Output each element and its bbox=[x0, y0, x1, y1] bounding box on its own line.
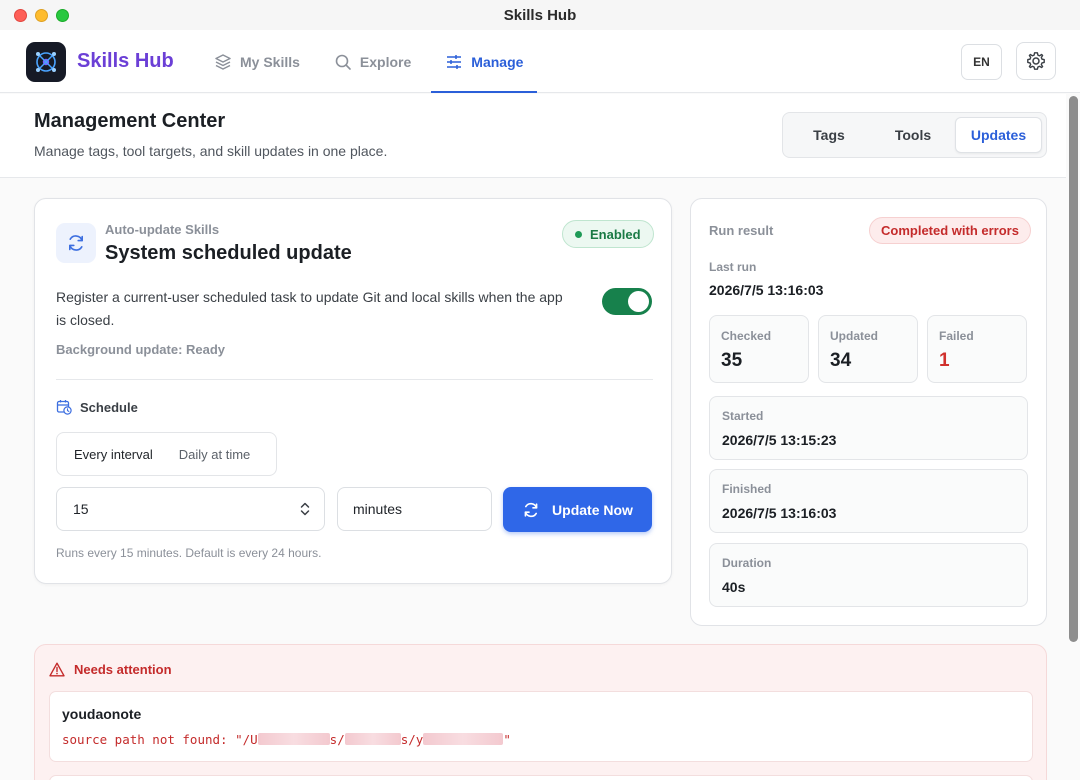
settings-button[interactable] bbox=[1016, 42, 1056, 80]
redacted-segment bbox=[257, 733, 330, 745]
zoom-window-button[interactable] bbox=[56, 9, 69, 22]
message-mid: s/y bbox=[400, 732, 424, 747]
title-bar: Skills Hub bbox=[0, 0, 1080, 30]
scrollbar-thumb[interactable] bbox=[1069, 96, 1078, 642]
stat-label: Checked bbox=[721, 329, 772, 343]
auto-update-card: Auto-update Skills System scheduled upda… bbox=[34, 198, 672, 584]
interval-unit: minutes bbox=[353, 501, 403, 517]
app-window: Skills Hub Skills Hub My Skills Explore … bbox=[0, 0, 1080, 780]
stat-checked: Checked 35 bbox=[709, 315, 809, 383]
brand-name: Skills Hub bbox=[77, 50, 174, 72]
attention-item-name: youdaonote bbox=[62, 706, 142, 722]
language-button[interactable]: EN bbox=[961, 44, 1002, 80]
stat-failed: Failed 1 bbox=[927, 315, 1027, 383]
redacted-segment bbox=[344, 733, 401, 745]
page-header: Management Center Manage tags, tool targ… bbox=[0, 94, 1066, 178]
interval-value-stepper[interactable]: 15 bbox=[56, 487, 325, 531]
divider bbox=[56, 379, 653, 380]
card-title: System scheduled update bbox=[105, 242, 352, 264]
needs-attention-panel: Needs attention youdaonote source path n… bbox=[34, 644, 1047, 780]
page-title: Management Center bbox=[34, 110, 226, 132]
main-nav: My Skills Explore Manage bbox=[200, 30, 543, 93]
auto-update-description: Register a current-user scheduled task t… bbox=[56, 289, 563, 328]
tab-updates[interactable]: Updates bbox=[955, 117, 1042, 153]
schedule-mode-toggle: Every interval Daily at time bbox=[56, 432, 277, 476]
last-run-value: 2026/7/5 13:16:03 bbox=[709, 282, 824, 298]
mode-every-interval[interactable]: Every interval bbox=[61, 437, 166, 471]
last-run-label: Last run bbox=[709, 260, 757, 274]
stat-value: 1 bbox=[939, 350, 950, 371]
attention-item bbox=[49, 775, 1033, 780]
nav-label: Explore bbox=[359, 53, 412, 70]
duration-label: Duration bbox=[722, 556, 772, 570]
calendar-clock-icon bbox=[56, 400, 72, 415]
nav-label: Manage bbox=[471, 53, 524, 70]
refresh-icon bbox=[69, 235, 83, 251]
search-icon bbox=[335, 54, 351, 70]
page-subtitle: Manage tags, tool targets, and skill upd… bbox=[34, 143, 388, 159]
status-dot bbox=[575, 230, 582, 238]
tab-tags[interactable]: Tags bbox=[787, 117, 871, 153]
started-label: Started bbox=[722, 409, 764, 423]
status-badge: Enabled bbox=[562, 220, 654, 248]
app-header: Skills Hub My Skills Explore Manage EN bbox=[0, 30, 1080, 93]
logo-icon bbox=[36, 52, 56, 72]
finished-label: Finished bbox=[722, 482, 772, 496]
stat-label: Updated bbox=[830, 329, 878, 343]
schedule-label-text: Schedule bbox=[80, 399, 138, 415]
stat-value: 35 bbox=[721, 350, 743, 371]
manage-tabs: Tags Tools Updates bbox=[782, 112, 1047, 158]
duration-box: Duration 40s bbox=[709, 543, 1028, 607]
duration-value: 40s bbox=[722, 579, 746, 595]
window-controls bbox=[14, 9, 69, 22]
mode-daily-at-time[interactable]: Daily at time bbox=[166, 437, 264, 471]
toggle-knob bbox=[628, 291, 649, 312]
layers-icon bbox=[215, 53, 231, 70]
attention-header: Needs attention bbox=[49, 662, 172, 677]
nav-my-skills[interactable]: My Skills bbox=[200, 30, 314, 93]
tab-tools[interactable]: Tools bbox=[871, 117, 955, 153]
run-status-badge: Completed with errors bbox=[869, 217, 1031, 244]
stat-value: 34 bbox=[830, 350, 852, 371]
message-prefix: source path not found: "/U bbox=[62, 732, 258, 747]
window-title: Skills Hub bbox=[503, 6, 577, 24]
nav-manage[interactable]: Manage bbox=[431, 30, 538, 93]
close-window-button[interactable] bbox=[14, 9, 27, 22]
interval-unit-select[interactable]: minutes bbox=[337, 487, 492, 531]
refresh-icon bbox=[524, 502, 538, 517]
stat-label: Failed bbox=[939, 329, 974, 343]
stepper-arrows-icon[interactable] bbox=[300, 501, 310, 517]
app-logo[interactable] bbox=[26, 42, 66, 82]
warning-icon bbox=[49, 662, 65, 677]
status-badge-label: Enabled bbox=[590, 226, 641, 242]
interval-value: 15 bbox=[73, 501, 89, 517]
sliders-icon bbox=[447, 54, 462, 69]
update-now-button[interactable]: Update Now bbox=[503, 487, 652, 532]
finished-value: 2026/7/5 13:16:03 bbox=[722, 505, 837, 521]
attention-item-message: source path not found: "/U s/s/y " bbox=[62, 732, 511, 747]
stat-updated: Updated 34 bbox=[818, 315, 918, 383]
started-value: 2026/7/5 13:15:23 bbox=[722, 432, 837, 448]
refresh-tile bbox=[56, 223, 96, 263]
run-result-card: Run result Completed with errors Last ru… bbox=[690, 198, 1047, 626]
run-result-label: Run result bbox=[709, 223, 774, 238]
attention-title: Needs attention bbox=[74, 662, 172, 677]
auto-update-toggle[interactable] bbox=[602, 288, 652, 315]
nav-label: My Skills bbox=[240, 53, 300, 70]
started-box: Started 2026/7/5 13:15:23 bbox=[709, 396, 1028, 460]
minimize-window-button[interactable] bbox=[35, 9, 48, 22]
nav-explore[interactable]: Explore bbox=[320, 30, 425, 93]
card-kicker: Auto-update Skills bbox=[105, 222, 220, 237]
redacted-segment bbox=[423, 733, 504, 745]
schedule-hint: Runs every 15 minutes. Default is every … bbox=[56, 546, 322, 560]
main-content: Management Center Manage tags, tool targ… bbox=[0, 94, 1066, 780]
background-status: Background update: Ready bbox=[56, 342, 226, 357]
schedule-label: Schedule bbox=[56, 399, 138, 415]
update-now-label: Update Now bbox=[552, 501, 633, 518]
attention-item: youdaonote source path not found: "/U s/s… bbox=[49, 691, 1033, 762]
message-mid: s/ bbox=[329, 732, 345, 747]
message-suffix: " bbox=[503, 732, 511, 747]
gear-icon bbox=[1027, 52, 1045, 70]
finished-box: Finished 2026/7/5 13:16:03 bbox=[709, 469, 1028, 533]
